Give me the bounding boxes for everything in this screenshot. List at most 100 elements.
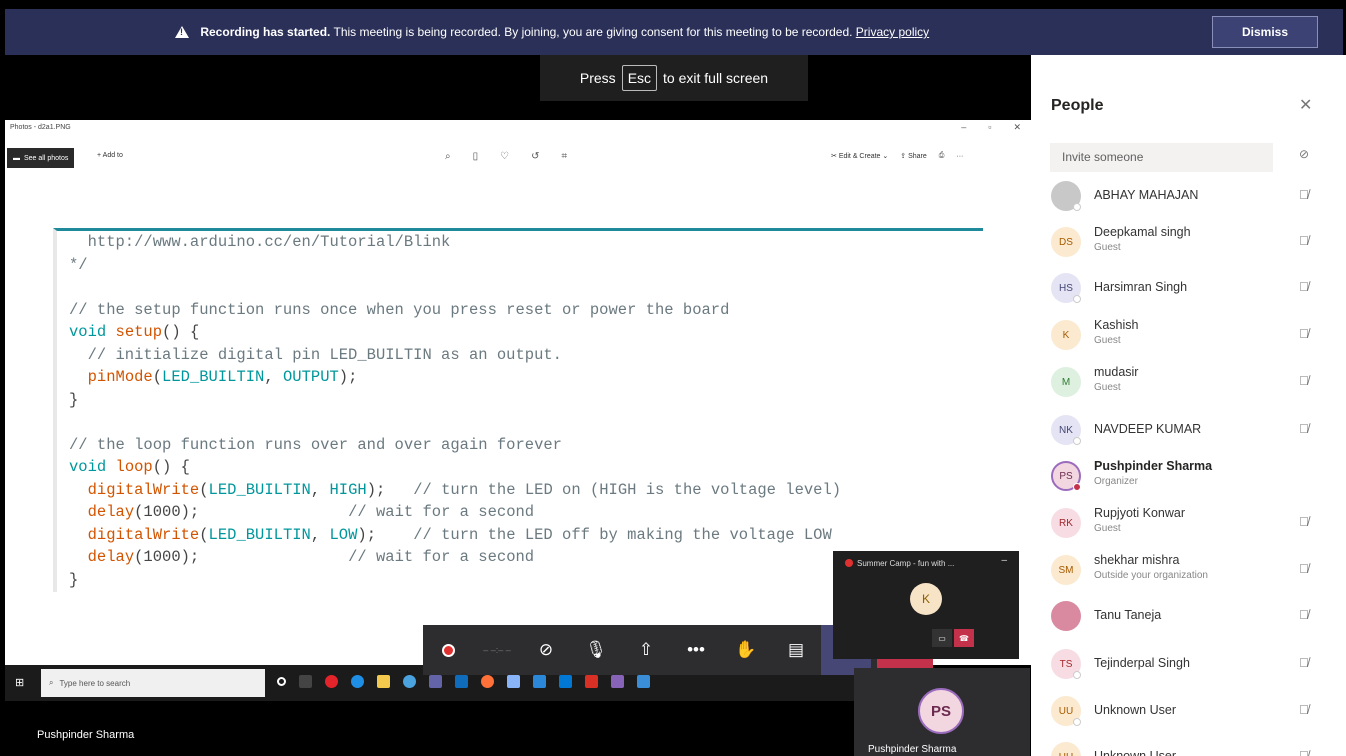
code-line: void setup() { [69,321,841,344]
app-icon[interactable] [507,675,520,688]
more-icon[interactable]: ··· [956,153,963,160]
mail-icon[interactable] [455,675,468,688]
presence-icon [1073,483,1081,491]
windows-start-icon[interactable]: ⊞ [15,676,27,689]
favorite-icon[interactable]: ♡ [500,151,509,162]
add-to-label: Add to [102,152,123,159]
opera-icon[interactable] [325,675,338,688]
app-icon[interactable] [611,675,624,688]
mic-muted-icon[interactable]: 🎙̸ [1299,233,1309,248]
store-icon[interactable] [533,675,546,688]
presence-icon [1073,718,1081,726]
app-icon[interactable] [559,675,572,688]
mic-muted-icon[interactable]: 🎙̸ [1299,326,1309,341]
edit-create-button[interactable]: ✂ Edit & Create ⌄ [831,152,888,160]
mic-muted-icon[interactable]: 🎙̸ [1299,279,1309,294]
share-screen-icon[interactable]: ⇧ [621,625,671,675]
participant-role: Organizer [1094,476,1138,487]
participant-row[interactable]: UUUnknown User🎙̸ [1031,686,1346,733]
mic-muted-icon[interactable]: 🎙̸ [1299,702,1309,717]
code-token: // turn the LED on (HIGH is the voltage … [413,480,842,499]
code-line: digitalWrite(LED_BUILTIN, LOW); // turn … [69,524,841,547]
participant-avatar: K [1051,320,1081,350]
print-icon[interactable]: ⎙ [939,152,945,160]
file-explorer-icon[interactable] [377,675,390,688]
taskbar-search[interactable]: ⌕ Type here to search [41,669,265,697]
presence-icon [1073,295,1081,303]
chat-icon[interactable]: ▤ [771,625,821,675]
share-button[interactable]: ⇪ Share [900,152,927,160]
mic-muted-icon[interactable]: 🎙̸ [1299,421,1309,436]
warning-icon [175,26,189,38]
participant-row[interactable]: K Kashish Guest 🎙̸ [1031,310,1346,357]
participant-row[interactable]: RK Rupjyoti Konwar Guest 🎙̸ [1031,498,1346,545]
mini-share-icon[interactable]: ▭ [932,629,952,647]
close-icon[interactable]: ✕ [1013,122,1021,133]
maximize-icon[interactable]: ▫ [988,122,991,133]
zoom-icon[interactable]: ⌕ [445,151,451,162]
acrobat-icon[interactable] [585,675,598,688]
mic-muted-icon[interactable]: 🎙̸ [1299,655,1309,670]
participant-avatar: RK [1051,508,1081,538]
participant-row[interactable]: TS Tejinderpal Singh 🎙̸ [1031,639,1346,686]
participant-row[interactable]: HS Harsimran Singh 🎙̸ [1031,263,1346,310]
privacy-policy-link[interactable]: Privacy policy [856,25,929,39]
mic-muted-icon[interactable]: 🎙̸ [1299,748,1309,756]
minimize-icon[interactable]: – [1001,555,1007,566]
rotate-icon[interactable]: ↺ [531,151,539,162]
add-to-button[interactable]: + Add to [97,152,123,159]
participant-row[interactable]: Mmudasir Guest 🎙̸ [1031,357,1346,404]
firefox-icon[interactable] [481,675,494,688]
copy-link-icon[interactable]: ⊘ [1299,147,1309,161]
chrome-icon[interactable] [403,675,416,688]
delete-icon[interactable]: ▯ [473,151,479,162]
code-token: } [69,570,79,589]
taskbar-search-placeholder: Type here to search [59,678,131,688]
mic-muted-icon[interactable]: 🎙̸ [1299,514,1309,529]
photo-actions: ✂ Edit & Create ⌄ ⇪ Share ⎙ ··· [831,152,963,160]
code-token: pinMode [87,368,153,386]
participant-row[interactable]: ABHAY MAHAJAN 🎙̸ [1031,171,1346,218]
crop-icon[interactable]: ⌗ [561,151,567,162]
code-token: ); [338,368,358,386]
photos-window-title: Photos - d2a1.PNG [10,124,71,131]
mini-hangup-icon[interactable]: ☎ [954,629,974,647]
code-token: LOW [329,525,358,544]
camera-off-icon[interactable]: ⊘ [521,625,571,675]
mini-meeting-window[interactable]: Summer Camp - fun with ... – K ▭ ☎ [833,551,1019,659]
recording-text: This meeting is being recorded. By joini… [333,25,853,39]
dismiss-button[interactable]: Dismiss [1212,16,1318,48]
participant-avatar [1051,601,1081,631]
mic-muted-icon[interactable]: 🎙̸ [1299,561,1309,576]
code-token: ( [199,525,209,544]
hint-exit: to exit full screen [663,70,769,86]
cortana-icon[interactable] [277,677,286,686]
minimize-icon[interactable]: – [961,122,966,133]
participant-row[interactable]: PS Pushpinder Sharma Organizer [1031,451,1346,498]
mic-muted-icon[interactable]: 🎙̸ [1299,373,1309,388]
participant-row[interactable]: Tanu Taneja 🎙̸ [1031,591,1346,638]
edge-icon[interactable] [351,675,364,688]
participant-row[interactable]: DS Deepkamal singh Guest 🎙̸ [1031,217,1346,264]
mic-muted-icon[interactable]: 🎙̸ [1299,607,1309,622]
participant-row[interactable]: SM shekhar mishra Outside your organizatio… [1031,545,1346,592]
code-token: // wait for a second [348,503,535,521]
code-token: setup [115,323,163,341]
raise-hand-icon[interactable]: ✋ [721,625,771,675]
call-timer: – –:– – [483,645,511,655]
participant-role: Outside your organization [1094,570,1208,581]
teams-taskbar-icon[interactable] [429,675,442,688]
more-actions-icon[interactable]: ••• [671,625,721,675]
code-image: http://www.arduino.cc/en/Tutorial/Blink *… [53,228,983,592]
invite-input[interactable]: Invite someone [1050,143,1273,172]
mic-off-icon[interactable]: 🎙 [571,625,621,675]
see-all-photos-button[interactable]: ▬ See all photos [7,148,75,168]
task-view-icon[interactable] [299,675,312,688]
fullscreen-hint: Press Esc to exit full screen [540,55,808,101]
close-icon[interactable]: ✕ [1299,95,1312,115]
mini-controls: ▭ ☎ [932,629,974,647]
participant-row[interactable]: NK NAVDEEP KUMAR 🎙̸ [1031,405,1346,452]
photos-taskbar-icon[interactable] [637,675,650,688]
participant-row[interactable]: UUUnknown User🎙̸ [1031,732,1346,756]
mic-muted-icon[interactable]: 🎙̸ [1299,187,1309,202]
